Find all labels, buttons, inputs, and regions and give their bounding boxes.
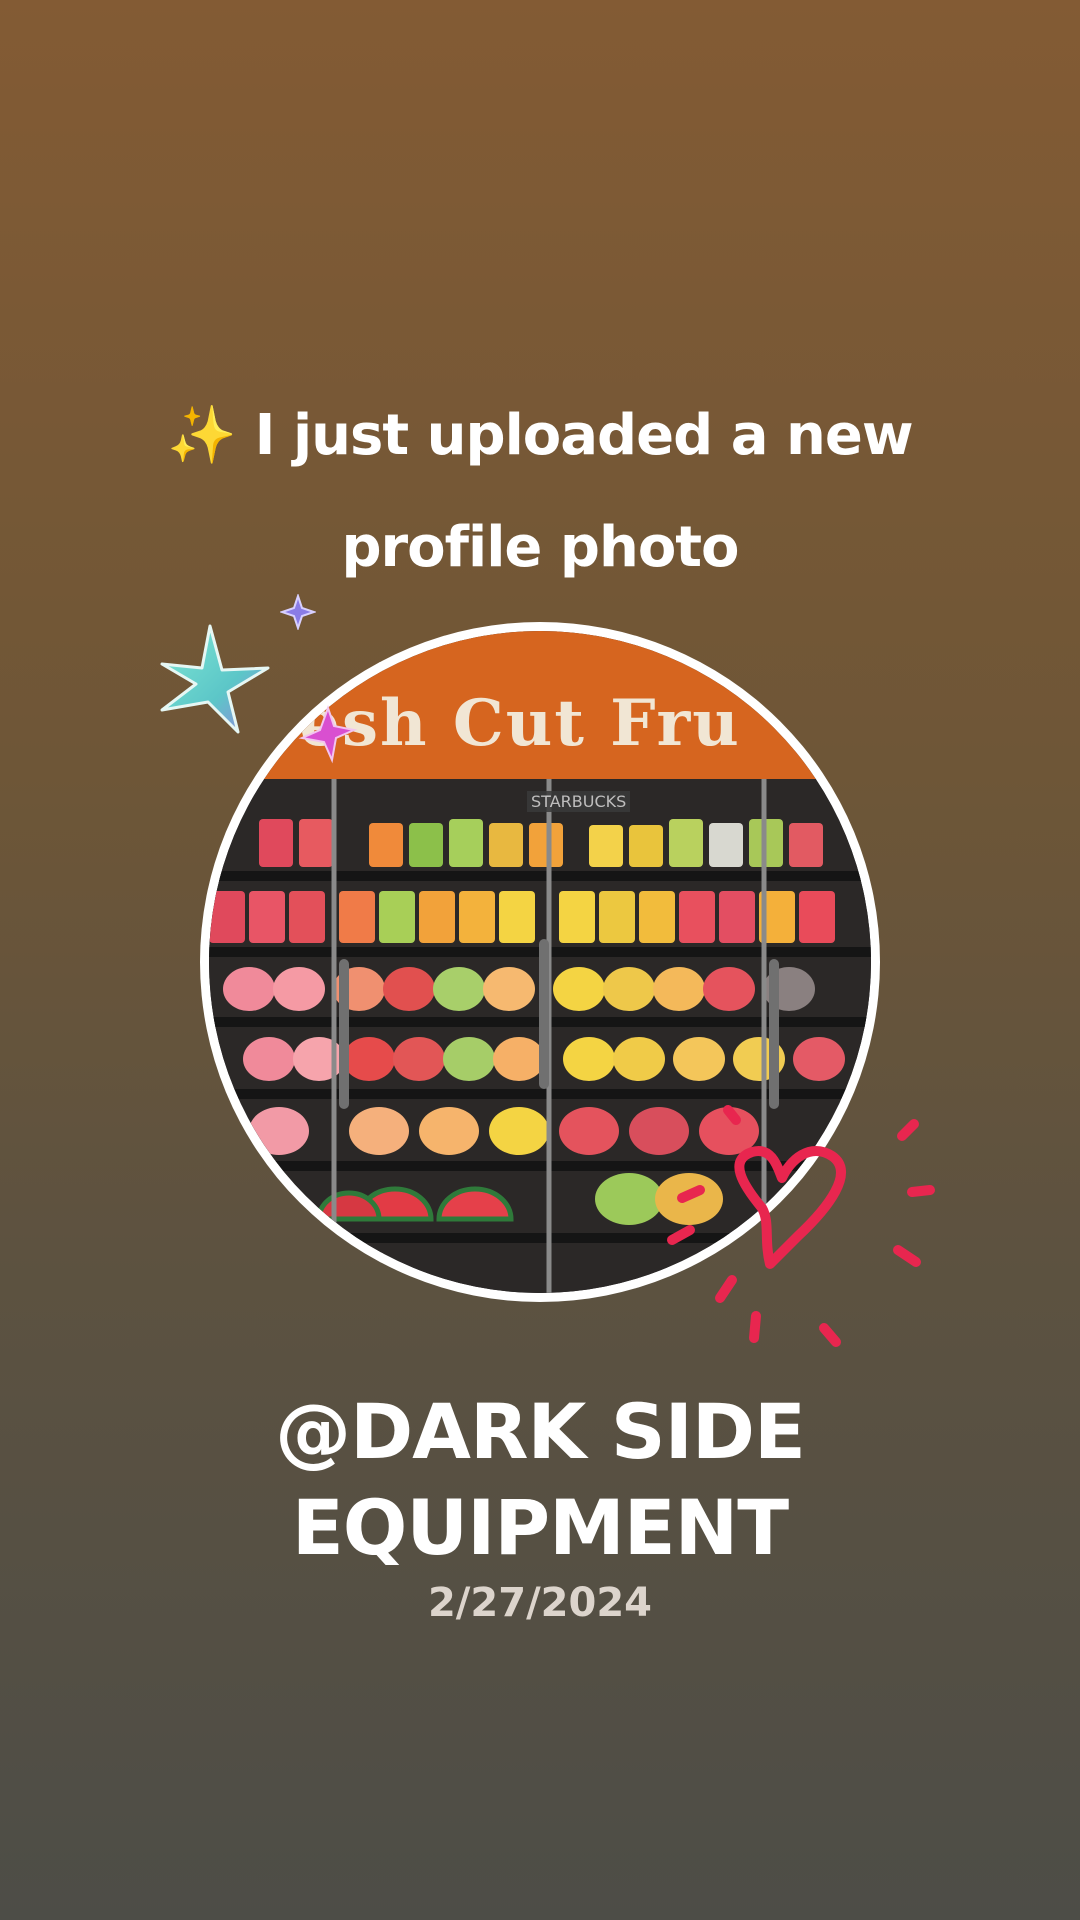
username: @DARK SIDE EQUIPMENT [140, 1384, 940, 1576]
store-label: STARBUCKS [527, 791, 631, 812]
pink-star-icon [298, 704, 358, 764]
small-purple-star-icon [280, 594, 316, 630]
headline-line-2: profile photo [341, 515, 739, 580]
doodle-heart-icon [667, 1105, 935, 1347]
username-line-2: EQUIPMENT [291, 1483, 789, 1572]
headline: ✨ I just uploaded a new profile photo [140, 380, 940, 604]
sparkles-icon: ✨ [167, 403, 237, 468]
headline-line-1: ✨ I just uploaded a new [167, 403, 913, 468]
post-date: 2/27/2024 [427, 1580, 653, 1626]
username-line-1: @DARK SIDE [275, 1387, 806, 1476]
sign-text: esh Cut Fru [299, 686, 741, 761]
